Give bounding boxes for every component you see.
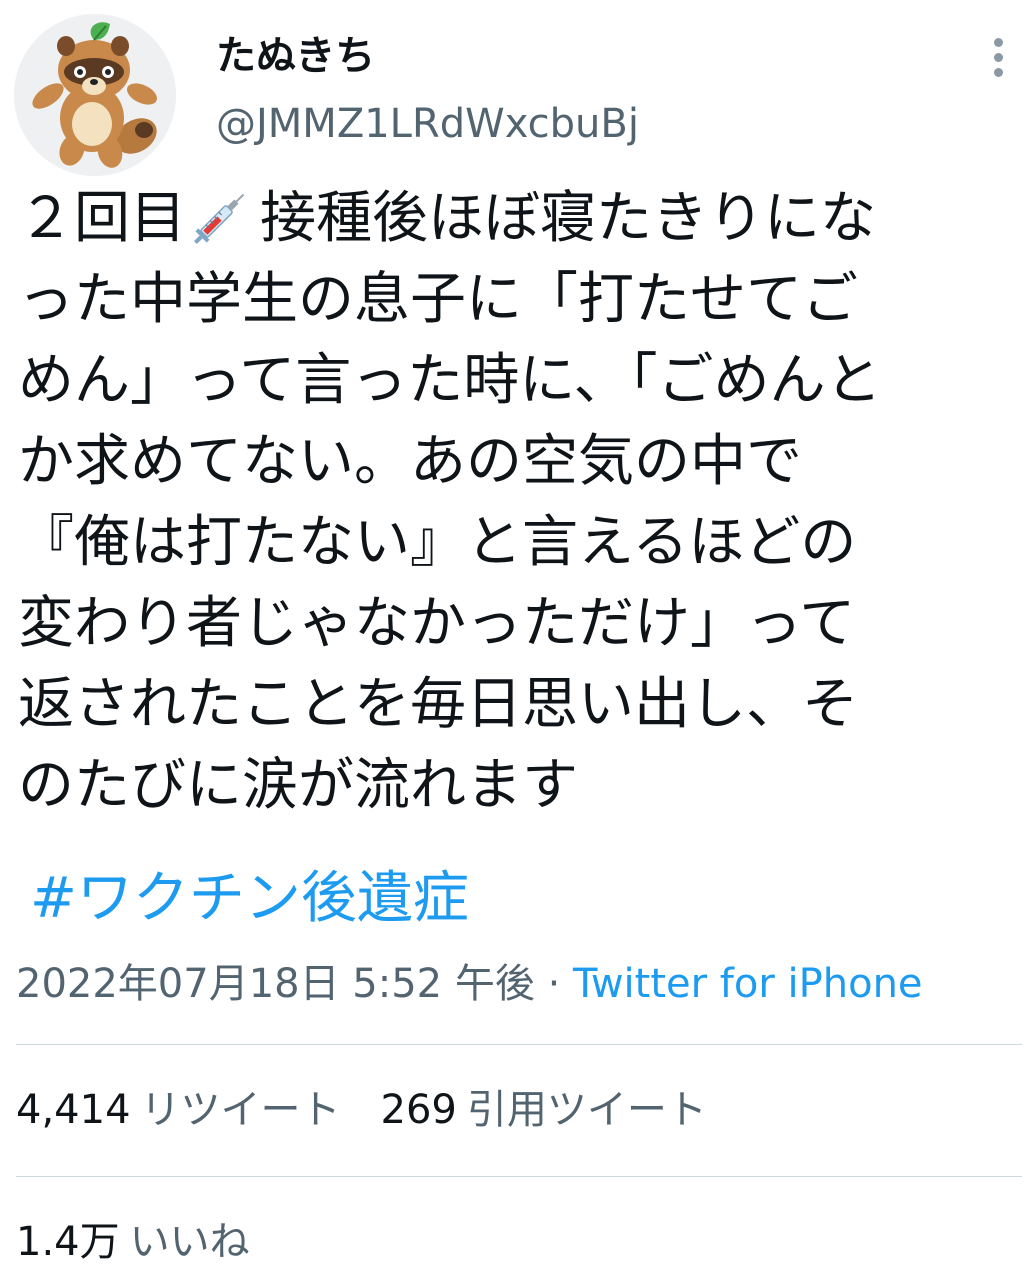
quotes-count: 269 [380, 1087, 457, 1133]
tweet-detail: たぬきち @JMMZ1LRdWxcbuBj ２回目 接種後ほぼ寝たきりにな った [0, 0, 1036, 1286]
display-name[interactable]: たぬきち [216, 30, 375, 82]
tweet-text-line: か求めてない。あの空気の中で [18, 429, 802, 494]
tweet-text-line: った中学生の息子に「打たせてご [18, 267, 858, 332]
quotes-label: 引用ツイート [466, 1087, 707, 1133]
likes-stat[interactable]: 1.4万 いいね [16, 1214, 250, 1270]
likes-label: いいね [129, 1219, 250, 1265]
retweets-label: リツイート [140, 1087, 341, 1133]
tweet-text-line: 変わり者じゃなかっただけ」って [18, 591, 856, 656]
tweet-text-line: 『俺は打たない』と言えるほどの [18, 510, 857, 575]
meta-separator: · [534, 961, 574, 1007]
tweet-text-line: めん」って言った時に、「ごめんと [18, 348, 882, 413]
tweet-text-segment: 接種後ほぼ寝たきりにな [260, 186, 876, 251]
syringe-emoji-icon [194, 193, 245, 244]
retweets-count: 4,414 [16, 1087, 131, 1133]
tweet-text-line: のたびに涙が流れます [18, 753, 578, 818]
quotes-stat[interactable]: 269 引用ツイート [381, 1082, 707, 1138]
tweet-meta: 2022年07月18日 5:52 午後 · Twitter for iPhone [16, 956, 923, 1012]
stats-row-likes: 1.4万 いいね [16, 1214, 250, 1270]
timestamp[interactable]: 2022年07月18日 5:52 午後 [16, 961, 535, 1007]
tweet-text-line: ２回目 接種後ほぼ寝たきりにな [18, 178, 1018, 259]
tanuki-avatar-icon [14, 14, 176, 176]
divider [16, 1176, 1022, 1177]
retweets-stat[interactable]: 4,414 リツイート [16, 1082, 341, 1138]
tweet-text: ２回目 接種後ほぼ寝たきりにな った中学生の息子に「打たせてご めん」って言った… [18, 178, 1018, 826]
user-handle[interactable]: @JMMZ1LRdWxcbuBj [216, 98, 639, 150]
divider [16, 1044, 1022, 1045]
tweet-text-line: 返されたことを毎日思い出し、そ [18, 672, 858, 737]
hashtag-link[interactable]: #ワクチン後遺症 [30, 858, 469, 939]
likes-count: 1.4万 [16, 1219, 120, 1265]
avatar[interactable] [14, 14, 176, 176]
more-options-icon[interactable] [984, 38, 1012, 78]
stats-row-shares: 4,414 リツイート 269 引用ツイート [16, 1082, 707, 1138]
source-link[interactable]: Twitter for iPhone [573, 961, 923, 1007]
tweet-text-segment: ２回目 [18, 186, 186, 251]
